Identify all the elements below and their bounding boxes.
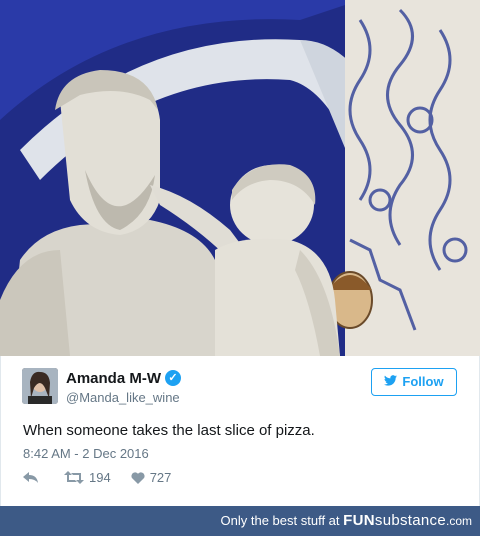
tweet-card: Amanda M-W ✓ @Manda_like_wine Follow Whe… xyxy=(0,356,480,506)
retweet-button[interactable]: 194 xyxy=(64,470,111,485)
site-footer: Only the best stuff at FUNsubstance.com xyxy=(0,506,480,536)
footer-suffix: .com xyxy=(445,514,472,528)
tweet-actions: 194 727 xyxy=(23,470,191,485)
footer-prefix: Only the best stuff at xyxy=(220,513,340,528)
follow-label: Follow xyxy=(402,374,444,389)
retweet-count: 194 xyxy=(89,470,111,485)
tweet-timestamp[interactable]: 8:42 AM - 2 Dec 2016 xyxy=(23,446,149,461)
reply-button[interactable] xyxy=(23,471,44,484)
reply-icon xyxy=(23,471,38,483)
twitter-bird-icon xyxy=(384,369,398,395)
footer-tagline[interactable]: Only the best stuff at FUNsubstance.com xyxy=(221,512,472,529)
heart-icon xyxy=(131,471,145,484)
verified-badge-icon: ✓ xyxy=(165,370,181,386)
like-count: 727 xyxy=(149,470,172,485)
statue-photo xyxy=(0,0,480,356)
like-button[interactable]: 727 xyxy=(131,470,172,485)
user-handle[interactable]: @Manda_like_wine xyxy=(66,390,180,405)
tweet-text: When someone takes the last slice of piz… xyxy=(23,422,315,439)
user-name[interactable]: Amanda M-W xyxy=(66,370,161,387)
follow-button[interactable]: Follow xyxy=(371,368,457,396)
retweet-icon xyxy=(64,471,84,484)
user-avatar[interactable] xyxy=(22,368,58,404)
site-logo: FUNsubstance xyxy=(343,512,446,529)
